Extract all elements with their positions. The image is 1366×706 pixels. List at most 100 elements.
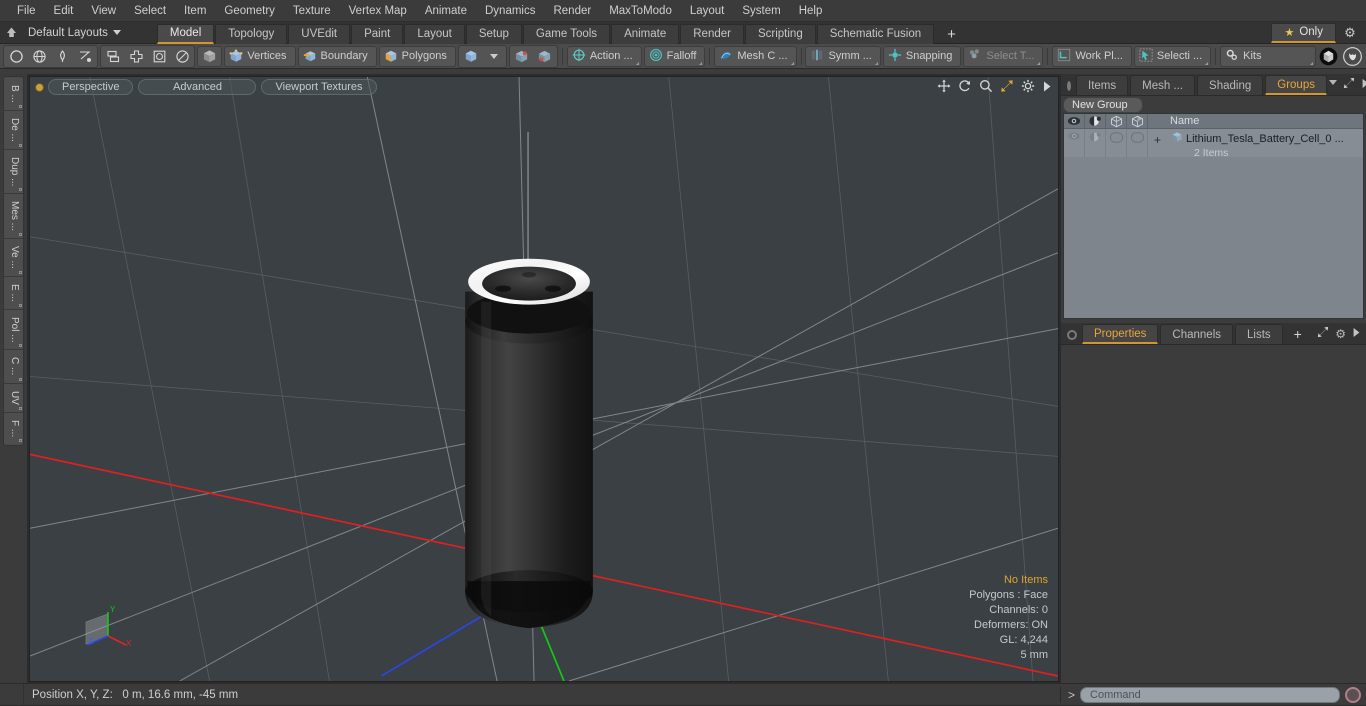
chevron-down-icon[interactable] xyxy=(1328,79,1337,85)
move-icon[interactable] xyxy=(937,79,951,93)
row-shaded-toggle[interactable] xyxy=(1127,129,1148,157)
vtab-mesh-edit[interactable]: Mes ... xyxy=(4,194,23,240)
gear-icon[interactable]: ⚙ xyxy=(1335,327,1346,341)
add-panel-tab-button[interactable]: + xyxy=(1285,324,1311,344)
row-render-sphere-icon[interactable] xyxy=(1085,129,1106,157)
fit-icon[interactable] xyxy=(1000,79,1014,93)
row-wireframe-toggle[interactable] xyxy=(1106,129,1127,157)
layout-tab-setup[interactable]: Setup xyxy=(465,23,522,44)
menu-item-help[interactable]: Help xyxy=(790,2,832,20)
tab-groups[interactable]: Groups xyxy=(1265,75,1327,95)
layout-tab-schematic-fusion[interactable]: Schematic Fusion xyxy=(816,23,935,44)
mirror-icon[interactable] xyxy=(102,47,124,66)
render-sphere-icon[interactable] xyxy=(1085,114,1106,128)
table-row[interactable]: + Lithium_Tesla_Battery_Cell_0 ... 2 Ite… xyxy=(1064,129,1363,159)
menu-item-layout[interactable]: Layout xyxy=(681,2,734,20)
globe-icon[interactable] xyxy=(28,47,50,66)
vtab-polygon[interactable]: Pol ... xyxy=(4,309,23,351)
tab-mesh[interactable]: Mesh ... xyxy=(1130,75,1196,95)
menu-item-maxtomodo[interactable]: MaxToModo xyxy=(600,2,681,20)
gear-icon[interactable]: ⚙ xyxy=(1338,25,1362,41)
tab-properties[interactable]: Properties xyxy=(1082,324,1159,344)
play-icon[interactable] xyxy=(1042,80,1052,93)
vertices-button[interactable]: Vertices xyxy=(224,45,296,67)
menu-item-render[interactable]: Render xyxy=(544,2,600,20)
layout-tab-render[interactable]: Render xyxy=(680,23,744,44)
command-input[interactable]: Command xyxy=(1080,686,1340,703)
layout-tab-model[interactable]: Model xyxy=(156,23,215,44)
gear-icon[interactable] xyxy=(1021,79,1035,93)
falloff-button[interactable]: Falloff xyxy=(643,45,706,67)
tab-channels[interactable]: Channels xyxy=(1160,324,1234,344)
play-icon[interactable] xyxy=(1352,327,1361,341)
panel-menu-dot-icon[interactable] xyxy=(1067,330,1077,340)
snap-b-icon[interactable] xyxy=(534,47,556,66)
menu-item-animate[interactable]: Animate xyxy=(416,2,476,20)
zoom-icon[interactable] xyxy=(979,79,993,93)
menu-item-file[interactable]: File xyxy=(8,2,45,20)
menu-item-texture[interactable]: Texture xyxy=(284,2,340,20)
panel-menu-dot-icon[interactable] xyxy=(1067,81,1071,91)
vtab-duplicate[interactable]: Dup ... xyxy=(4,149,23,195)
menu-item-view[interactable]: View xyxy=(82,2,125,20)
snapping-button[interactable]: Snapping xyxy=(882,45,962,67)
rotate-icon[interactable] xyxy=(958,79,972,93)
layout-tab-paint[interactable]: Paint xyxy=(351,23,404,44)
menu-item-geometry[interactable]: Geometry xyxy=(215,2,284,20)
play-icon[interactable] xyxy=(1361,78,1366,92)
action-center-button[interactable]: Action ... xyxy=(566,45,642,67)
home-icon[interactable] xyxy=(0,23,22,43)
vtab-deform[interactable]: De ... xyxy=(4,110,23,150)
modo-badge-icon[interactable] xyxy=(1318,46,1339,67)
groups-list-empty-area[interactable] xyxy=(1064,157,1363,318)
selection-sets-button[interactable]: Selecti ... xyxy=(1133,45,1212,67)
row-eye-icon[interactable] xyxy=(1064,129,1085,157)
menu-item-select[interactable]: Select xyxy=(125,2,175,20)
menu-item-item[interactable]: Item xyxy=(175,2,215,20)
viewport-shading-dropdown[interactable]: Advanced xyxy=(138,79,257,95)
vtab-basic[interactable]: B ... xyxy=(4,78,23,111)
select-through-button[interactable]: Select T... xyxy=(963,45,1044,67)
circle-icon[interactable] xyxy=(5,47,27,66)
snap-a-icon[interactable] xyxy=(511,47,533,66)
vtab-vertex[interactable]: Ve ... xyxy=(4,239,23,277)
menu-item-vertex-map[interactable]: Vertex Map xyxy=(340,2,416,20)
symmetry-button[interactable]: Symm ... xyxy=(805,45,881,67)
viewport-textures-dropdown[interactable]: Viewport Textures xyxy=(261,79,377,95)
layout-tab-topology[interactable]: Topology xyxy=(215,23,288,44)
mesh-constraint-button[interactable]: Mesh C ... xyxy=(714,45,797,67)
vtab-edge[interactable]: E ... xyxy=(4,276,23,310)
only-toggle-button[interactable]: ★ Only xyxy=(1271,22,1336,43)
shaded-box-icon[interactable] xyxy=(1127,114,1148,128)
vtab-curve[interactable]: C ... xyxy=(4,350,23,384)
menu-item-edit[interactable]: Edit xyxy=(45,2,83,20)
work-plane-button[interactable]: Work Pl... xyxy=(1052,45,1132,67)
tab-items[interactable]: Items xyxy=(1076,75,1129,95)
tab-shading[interactable]: Shading xyxy=(1197,75,1264,95)
vtab-fusion[interactable]: F ... xyxy=(4,412,23,444)
default-layouts-dropdown[interactable]: Default Layouts xyxy=(22,25,129,41)
center-icon[interactable] xyxy=(148,47,170,66)
layout-tab-layout[interactable]: Layout xyxy=(404,23,465,44)
properties-panel-body[interactable] xyxy=(1061,345,1366,683)
add-layout-tab-button[interactable]: + xyxy=(935,26,968,44)
expand-icon[interactable] xyxy=(1343,77,1355,92)
expand-icon[interactable] xyxy=(1317,326,1329,341)
boundary-button[interactable]: Boundary xyxy=(297,45,377,67)
cross-icon[interactable] xyxy=(125,47,147,66)
kits-button[interactable]: Kits xyxy=(1220,45,1317,67)
wireframe-box-icon[interactable] xyxy=(1106,114,1127,128)
tab-lists[interactable]: Lists xyxy=(1235,324,1283,344)
menu-item-dynamics[interactable]: Dynamics xyxy=(476,2,544,20)
cube-icon[interactable] xyxy=(197,45,223,67)
viewport-perspective-dropdown[interactable]: Perspective xyxy=(48,79,134,95)
radial-icon[interactable] xyxy=(171,47,193,66)
layout-tab-animate[interactable]: Animate xyxy=(611,23,680,44)
curve-icon[interactable] xyxy=(74,47,96,66)
eye-icon[interactable] xyxy=(1064,114,1085,128)
layout-tab-game-tools[interactable]: Game Tools xyxy=(522,23,611,44)
pen-icon[interactable] xyxy=(51,47,73,66)
polygons-button[interactable]: Polygons xyxy=(378,45,456,67)
new-group-button[interactable]: New Group xyxy=(1063,96,1143,113)
viewport-active-dot[interactable] xyxy=(36,83,43,91)
